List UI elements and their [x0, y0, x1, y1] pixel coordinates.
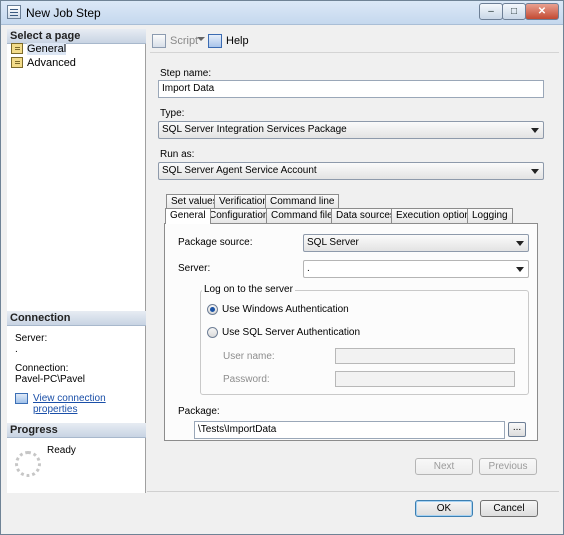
progress-spinner-icon: [15, 451, 41, 477]
chevron-down-icon: [516, 267, 524, 272]
page-icon: [11, 57, 23, 68]
chevron-down-icon: [531, 169, 539, 174]
package-source-value: SQL Server: [307, 237, 359, 248]
connection-server-value: .: [15, 344, 18, 355]
cancel-button[interactable]: Cancel: [480, 500, 538, 517]
type-label: Type:: [160, 108, 185, 119]
next-button[interactable]: Next: [415, 458, 473, 475]
password-input: [335, 371, 515, 387]
type-select-value: SQL Server Integration Services Package: [162, 124, 347, 135]
tab-logging[interactable]: Logging: [467, 208, 513, 223]
close-icon: ✕: [537, 6, 547, 17]
server-value: .: [307, 263, 310, 274]
user-name-input: [335, 348, 515, 364]
help-button[interactable]: Help: [208, 33, 249, 49]
script-label: Script: [170, 35, 199, 47]
tab-data-sources[interactable]: Data sources: [331, 208, 400, 223]
step-name-input[interactable]: Import Data: [158, 80, 544, 98]
run-as-label: Run as:: [160, 149, 195, 160]
run-as-select[interactable]: SQL Server Agent Service Account: [158, 162, 544, 180]
tab-general[interactable]: General: [165, 208, 211, 224]
page-item-label: Advanced: [27, 57, 76, 69]
title-bar: New Job Step – □ ✕: [1, 1, 563, 25]
maximize-icon: □: [510, 6, 518, 17]
minimize-button[interactable]: –: [479, 3, 503, 20]
script-dropdown-icon[interactable]: [197, 37, 205, 41]
chevron-down-icon: [531, 128, 539, 133]
toolbar: Script Help: [150, 29, 559, 53]
connection-label: Connection:: [15, 363, 69, 374]
ok-button[interactable]: OK: [415, 500, 473, 517]
package-source-select[interactable]: SQL Server: [303, 234, 529, 252]
package-source-label: Package source:: [178, 237, 253, 248]
help-icon: [208, 34, 222, 48]
window-title: New Job Step: [26, 6, 101, 20]
user-name-label: User name:: [223, 351, 275, 362]
connection-value: Pavel-PC\Pavel: [15, 374, 86, 385]
tab-command-line[interactable]: Command line: [265, 194, 340, 209]
server-select[interactable]: .: [303, 260, 529, 278]
connection-properties-icon: [15, 393, 28, 404]
help-label: Help: [226, 35, 249, 47]
step-name-label: Step name:: [160, 68, 212, 79]
previous-button[interactable]: Previous: [479, 458, 537, 475]
progress-status: Ready: [47, 445, 76, 456]
run-as-select-value: SQL Server Agent Service Account: [162, 165, 317, 176]
left-pane: Select a page General Advanced Connectio…: [7, 29, 146, 493]
browse-package-button[interactable]: ...: [508, 422, 526, 437]
new-job-step-dialog: New Job Step – □ ✕ Select a page General…: [0, 0, 564, 535]
connection-header: Connection: [7, 311, 146, 326]
package-path-input[interactable]: \Tests\ImportData: [194, 421, 505, 439]
footer-divider: [147, 491, 559, 492]
sql-auth-label[interactable]: Use SQL Server Authentication: [222, 327, 360, 338]
password-label: Password:: [223, 374, 270, 385]
page-item-general[interactable]: General: [11, 42, 67, 56]
page-item-label: General: [27, 43, 67, 55]
windows-auth-radio[interactable]: [207, 304, 218, 315]
sql-auth-radio[interactable]: [207, 327, 218, 338]
page-item-advanced[interactable]: Advanced: [11, 56, 76, 70]
progress-header: Progress: [7, 423, 146, 438]
close-button[interactable]: ✕: [525, 3, 559, 20]
type-select[interactable]: SQL Server Integration Services Package: [158, 121, 544, 139]
logon-group-label: Log on to the server: [202, 284, 295, 295]
view-connection-properties-link[interactable]: View connection properties: [15, 393, 145, 415]
package-label: Package:: [178, 406, 220, 417]
connection-server-label: Server:: [15, 333, 48, 344]
script-icon: [152, 34, 166, 48]
view-connection-properties-label: View connection properties: [33, 393, 106, 415]
windows-auth-label[interactable]: Use Windows Authentication: [222, 304, 349, 315]
chevron-down-icon: [516, 241, 524, 246]
script-button[interactable]: Script: [152, 33, 198, 49]
minimize-icon: –: [488, 6, 494, 17]
maximize-button[interactable]: □: [502, 3, 526, 20]
server-label: Server:: [178, 263, 211, 274]
job-step-icon: [7, 5, 21, 19]
page-icon: [11, 43, 23, 54]
